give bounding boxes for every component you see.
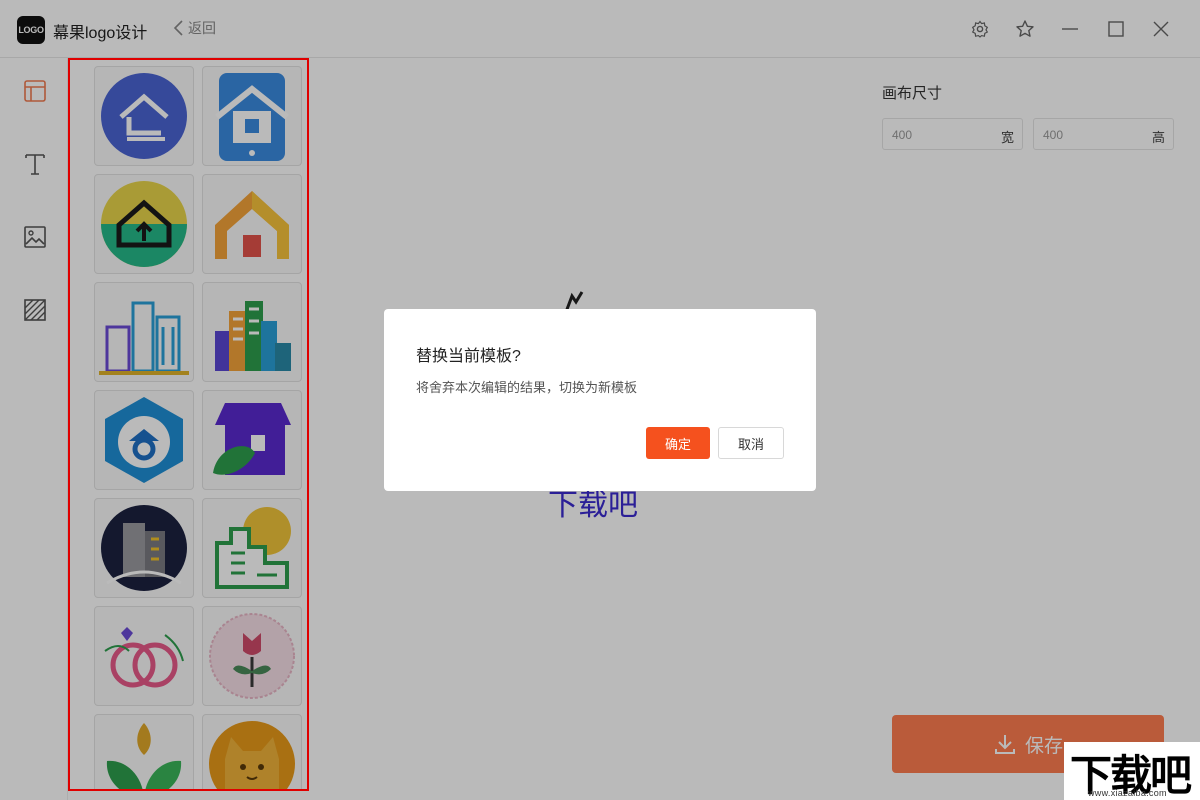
cancel-button[interactable]: 取消 <box>718 427 784 459</box>
dialog-title: 替换当前模板? <box>416 348 521 365</box>
watermark-url: www.xiazaiba.com <box>1088 788 1167 798</box>
watermark: 下载吧 www.xiazaiba.com <box>1064 742 1200 800</box>
dialog-message: 将舍弃本次编辑的结果，切换为新模板 <box>416 380 638 395</box>
replace-template-dialog: 替换当前模板? 将舍弃本次编辑的结果，切换为新模板 确定 取消 <box>384 309 816 491</box>
confirm-button[interactable]: 确定 <box>646 427 710 459</box>
